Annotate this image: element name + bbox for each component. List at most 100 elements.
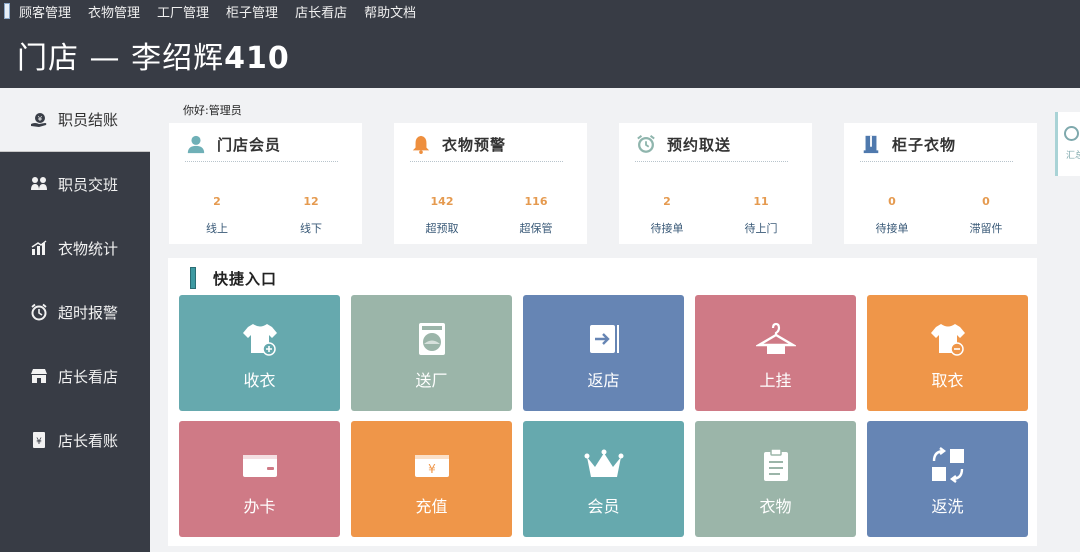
bell-icon	[410, 133, 432, 155]
menu-factory[interactable]: 工厂管理	[157, 2, 209, 21]
stat-value: 116	[524, 195, 548, 208]
section-title: 快捷入口	[213, 269, 278, 288]
return-arrow-icon	[582, 317, 626, 361]
alarm-clock-icon	[635, 133, 657, 155]
pie-chart-icon	[1064, 126, 1079, 141]
main-content: 你好:管理员 门店会员 2 线上 12 线下 衣物预警 142 超预取 116 …	[150, 88, 1080, 552]
tile-pick-up[interactable]: 取衣	[867, 295, 1028, 411]
tile-rewash[interactable]: 返洗	[867, 421, 1028, 537]
tile-label: 送厂	[415, 371, 448, 390]
sidebar-item-label: 超时报警	[58, 303, 119, 322]
yen-hand-icon: ¥	[28, 109, 50, 131]
shirt-minus-icon	[926, 317, 970, 361]
sidebar-item-timeout-alarm[interactable]: 超时报警	[0, 280, 150, 344]
app-header: 门店 — 李绍辉410	[0, 22, 1080, 88]
card-title: 预约取送	[667, 135, 732, 154]
tile-label: 返洗	[931, 497, 964, 516]
sidebar-item-clothes-stats[interactable]: 衣物统计	[0, 216, 150, 280]
menu-bar: 顾客管理 衣物管理 工厂管理 柜子管理 店长看店 帮助文档	[0, 0, 1080, 22]
stat-label: 待接单	[875, 222, 909, 235]
stat-online[interactable]: 2 线上	[177, 195, 257, 236]
tile-label: 衣物	[759, 497, 792, 516]
card-appointments[interactable]: 预约取送 2 待接单 11 待上门	[619, 123, 812, 244]
divider	[860, 161, 1013, 162]
hanger-icon	[754, 317, 798, 361]
tile-label: 返店	[587, 371, 620, 390]
app-icon	[4, 3, 10, 19]
divider	[410, 161, 563, 162]
tile-return-store[interactable]: 返店	[523, 295, 684, 411]
crown-icon	[582, 443, 626, 487]
washing-machine-icon	[410, 317, 454, 361]
stat-pending-visit[interactable]: 11 待上门	[721, 195, 801, 236]
stat-locker-pending[interactable]: 0 待接单	[852, 195, 932, 236]
card-store-members[interactable]: 门店会员 2 线上 12 线下	[169, 123, 362, 244]
stat-stranded[interactable]: 0 滞留件	[946, 195, 1026, 236]
page-title: 门店 — 李绍辉410	[17, 41, 290, 76]
sidebar-item-manager-store[interactable]: 店长看店	[0, 344, 150, 408]
svg-text:¥: ¥	[428, 462, 436, 476]
stat-offline[interactable]: 12 线下	[271, 195, 351, 236]
stat-label: 待上门	[744, 222, 778, 235]
locker-icon	[860, 133, 882, 155]
stat-over-storage[interactable]: 116 超保管	[496, 195, 576, 236]
tile-label: 办卡	[243, 497, 276, 516]
tile-issue-card[interactable]: 办卡	[179, 421, 340, 537]
sidebar-item-staff-checkout[interactable]: ¥ 职员结账	[0, 88, 150, 152]
stat-label: 线下	[300, 222, 322, 235]
clipboard-icon	[754, 443, 798, 487]
stat-label: 线上	[206, 222, 228, 235]
stat-pending-accept[interactable]: 2 待接单	[627, 195, 707, 236]
stat-value: 0	[888, 195, 896, 208]
sidebar-item-label: 职员结账	[58, 111, 119, 129]
stat-value: 2	[663, 195, 671, 208]
tile-receive-clothes[interactable]: 收衣	[179, 295, 340, 411]
sidebar-item-label: 职员交班	[58, 175, 119, 194]
menu-manager-store[interactable]: 店长看店	[295, 2, 347, 21]
section-marker	[190, 267, 196, 289]
tile-member[interactable]: 会员	[523, 421, 684, 537]
tile-hang-up[interactable]: 上挂	[695, 295, 856, 411]
menu-customer[interactable]: 顾客管理	[19, 2, 71, 21]
menu-help[interactable]: 帮助文档	[364, 2, 416, 21]
card-title: 柜子衣物	[892, 135, 957, 154]
stat-value: 11	[753, 195, 769, 208]
svg-text:¥: ¥	[38, 115, 43, 123]
yen-card-icon: ¥	[410, 443, 454, 487]
sidebar-item-staff-handover[interactable]: 职员交班	[0, 152, 150, 216]
stat-value: 12	[303, 195, 319, 208]
person-icon	[185, 133, 207, 155]
tile-clothes[interactable]: 衣物	[695, 421, 856, 537]
card-title: 门店会员	[217, 135, 282, 154]
tile-send-factory[interactable]: 送厂	[351, 295, 512, 411]
greeting-text: 你好:管理员	[183, 104, 242, 117]
divider	[635, 161, 788, 162]
stat-value: 0	[982, 195, 990, 208]
alarm-clock-icon	[28, 301, 50, 323]
wallet-card-icon	[238, 443, 282, 487]
svg-text:¥: ¥	[36, 437, 42, 447]
stat-label: 滞留件	[969, 222, 1003, 235]
ledger-yen-icon: ¥	[28, 429, 50, 451]
rewash-icon	[926, 443, 970, 487]
handover-icon	[28, 173, 50, 195]
menu-clothes[interactable]: 衣物管理	[88, 2, 140, 21]
stat-label: 超保管	[519, 222, 553, 235]
card-locker-clothes[interactable]: 柜子衣物 0 待接单 0 滞留件	[844, 123, 1037, 244]
tile-label: 取衣	[931, 371, 964, 390]
card-clothes-warning[interactable]: 衣物预警 142 超预取 116 超保管	[394, 123, 587, 244]
card-title: 衣物预警	[442, 135, 507, 154]
stat-over-pickup[interactable]: 142 超预取	[402, 195, 482, 236]
storefront-icon	[28, 365, 50, 387]
sidebar-item-manager-ledger[interactable]: ¥ 店长看账	[0, 408, 150, 472]
bar-chart-icon	[28, 237, 50, 259]
menu-locker[interactable]: 柜子管理	[226, 2, 278, 21]
tile-recharge[interactable]: ¥ 充值	[351, 421, 512, 537]
summary-side-tab[interactable]: 汇总	[1055, 112, 1080, 176]
sidebar-item-label: 店长看店	[58, 367, 119, 386]
quick-entry-panel: 快捷入口 收衣 送厂 返店 上挂 取衣 办卡 ¥ 充值 会员 衣物 返洗	[168, 258, 1037, 546]
stat-label: 待接单	[650, 222, 684, 235]
sidebar: ¥ 职员结账 职员交班 衣物统计 超时报警 店长看店 ¥ 店长看账	[0, 88, 150, 552]
tile-label: 收衣	[243, 371, 276, 390]
divider	[185, 161, 338, 162]
